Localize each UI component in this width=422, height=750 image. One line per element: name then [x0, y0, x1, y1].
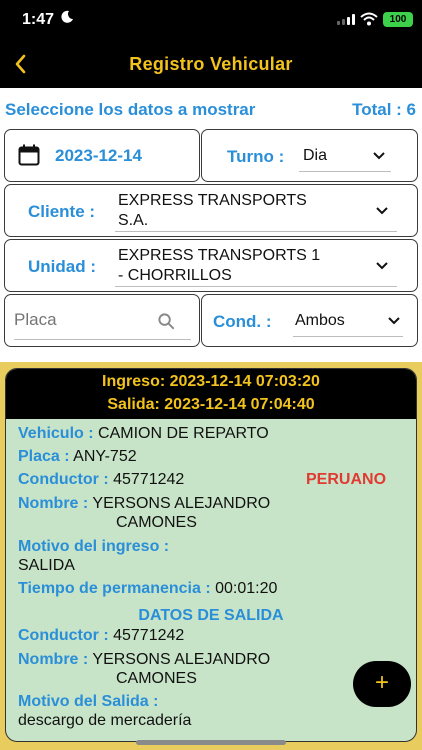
turno-label: Turno : — [227, 147, 285, 166]
unidad-value-line1: EXPRESS TRANSPORTS 1 — [118, 247, 321, 264]
conductor-row: Conductor : 45771242 — [18, 471, 184, 489]
cliente-select[interactable]: Cliente : EXPRESS TRANSPORTS S.A. — [4, 184, 418, 237]
cliente-value-line1: EXPRESS TRANSPORTS — [118, 192, 307, 209]
motivo-salida-value: descargo de mercadería — [18, 712, 192, 729]
moon-icon — [61, 10, 73, 23]
nombre-value-line1: YERSONS ALEJANDRO — [92, 495, 271, 512]
record-card-header: Ingreso: 2023-12-14 07:03:20 Salida: 202… — [6, 369, 416, 419]
cond-select[interactable]: Cond. : Ambos — [201, 294, 418, 347]
page-title: Registro Vehicular — [129, 54, 293, 74]
salida-nombre-line2: CAMONES — [116, 670, 197, 687]
placa-value: ANY-752 — [73, 448, 137, 465]
nombre-row: Nombre : YERSONS ALEJANDRO — [18, 495, 270, 513]
cond-underline — [293, 336, 403, 337]
vehiculo-value: CAMION DE REPARTO — [98, 425, 269, 442]
salida-conductor-row: Conductor : 45771242 — [18, 627, 184, 645]
permanencia-row: Tiempo de permanencia : 00:01:20 — [18, 580, 277, 598]
placa-label: Placa : — [18, 448, 70, 465]
conductor-label: Conductor : — [18, 471, 109, 488]
turno-value: Dia — [303, 147, 328, 164]
total-count: Total : 6 — [352, 100, 416, 119]
unidad-label: Unidad : — [28, 257, 96, 276]
placa-search-box[interactable] — [4, 294, 200, 347]
motivo-salida-label-text: Motivo del Salida : — [18, 693, 159, 710]
unidad-select[interactable]: Unidad : EXPRESS TRANSPORTS 1 - CHORRILL… — [4, 239, 418, 292]
calendar-icon — [18, 144, 40, 166]
date-value: 2023-12-14 — [55, 146, 142, 165]
placa-input[interactable] — [14, 307, 154, 333]
placa-row: Placa : ANY-752 — [18, 448, 137, 466]
nationality-badge: PERUANO — [306, 471, 387, 488]
turno-underline — [299, 171, 391, 172]
search-icon[interactable] — [157, 312, 176, 331]
status-time: 1:47 — [22, 11, 55, 28]
home-indicator — [136, 740, 286, 745]
turno-select[interactable]: Turno : Dia — [201, 129, 418, 182]
motivo-salida-label: Motivo del Salida : — [18, 693, 158, 711]
nombre-label: Nombre : — [18, 495, 89, 512]
filter-prompt: Seleccione los datos a mostrar — [5, 100, 256, 119]
permanencia-label: Tiempo de permanencia : — [18, 580, 211, 597]
nombre-line2: CAMONES — [116, 514, 197, 531]
motivo-ingreso-value: SALIDA — [18, 557, 75, 574]
chevron-down-icon — [388, 317, 400, 325]
cond-label: Cond. : — [213, 312, 272, 331]
conductor-value: 45771242 — [113, 471, 185, 488]
permanencia-value: 00:01:20 — [215, 580, 278, 597]
signal-icon — [337, 14, 355, 25]
chevron-down-icon — [376, 262, 388, 270]
nav-bar: Registro Vehicular — [0, 40, 422, 88]
unidad-underline — [115, 286, 397, 287]
status-bar: 1:47 100 — [0, 0, 422, 40]
datos-salida-title: DATOS DE SALIDA — [138, 607, 284, 624]
vehiculo-label: Vehiculo : — [18, 425, 94, 442]
placa-underline — [14, 339, 191, 340]
cliente-value-line2: S.A. — [118, 212, 149, 229]
chevron-down-icon — [373, 152, 385, 160]
salida-nombre-line1: YERSONS ALEJANDRO — [92, 651, 271, 668]
motivo-ingreso-label-text: Motivo del ingreso : — [18, 538, 170, 555]
cliente-label: Cliente : — [28, 202, 96, 221]
wifi-icon — [360, 12, 378, 26]
salida-nombre-label: Nombre : — [18, 651, 89, 668]
date-picker[interactable]: 2023-12-14 — [4, 129, 200, 182]
chevron-down-icon — [376, 207, 388, 215]
battery-icon: 100 — [383, 12, 413, 27]
salida-nombre-row: Nombre : YERSONS ALEJANDRO — [18, 651, 270, 669]
salida-conductor-value: 45771242 — [113, 627, 185, 644]
filter-header: Seleccione los datos a mostrar Total : 6 — [0, 98, 422, 120]
salida-time: Salida: 2023-12-14 07:04:40 — [107, 396, 315, 413]
unidad-value-line2: - CHORRILLOS — [118, 267, 232, 284]
cliente-underline — [115, 231, 397, 232]
cond-value: Ambos — [295, 312, 345, 329]
vehiculo-row: Vehiculo : CAMION DE REPARTO — [18, 425, 269, 443]
motivo-ingreso-label: Motivo del ingreso : — [18, 538, 169, 556]
ingreso-time: Ingreso: 2023-12-14 07:03:20 — [102, 373, 320, 390]
salida-conductor-label: Conductor : — [18, 627, 109, 644]
add-button[interactable]: + — [353, 661, 411, 707]
